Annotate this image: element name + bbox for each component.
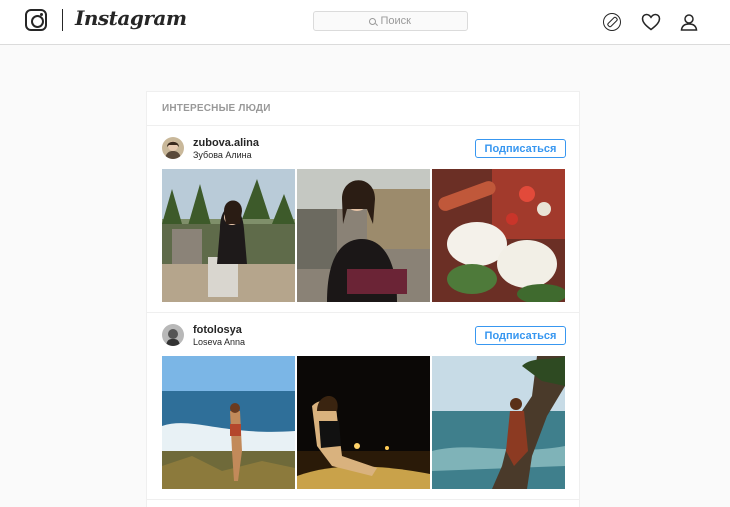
instagram-wordmark[interactable]: Instagram bbox=[75, 6, 187, 30]
full-name: Зубова Алина bbox=[193, 150, 252, 160]
photo-thumbnail[interactable] bbox=[432, 356, 565, 489]
search-input[interactable] bbox=[380, 15, 413, 27]
suggested-user: zubova.alina Зубова Алина Подписаться bbox=[147, 126, 579, 310]
heart-icon[interactable] bbox=[641, 13, 661, 31]
profile-icon[interactable] bbox=[680, 13, 698, 31]
divider bbox=[147, 499, 579, 500]
top-navigation-bar: Instagram bbox=[0, 0, 730, 45]
photo-thumbnail[interactable] bbox=[297, 356, 430, 489]
username[interactable]: fotolosya bbox=[193, 324, 242, 336]
photo-thumbnail[interactable] bbox=[297, 169, 430, 302]
photo-row bbox=[162, 356, 566, 489]
logo-divider bbox=[62, 9, 63, 31]
photo-thumbnail[interactable] bbox=[162, 169, 295, 302]
avatar[interactable] bbox=[162, 137, 184, 159]
compass-icon[interactable] bbox=[603, 13, 621, 31]
card-title: ИНТЕРЕСНЫЕ ЛЮДИ bbox=[162, 103, 271, 114]
search-box[interactable] bbox=[313, 11, 468, 31]
photo-row bbox=[162, 169, 566, 302]
photo-thumbnail[interactable] bbox=[162, 356, 295, 489]
instagram-camera-icon[interactable] bbox=[25, 9, 47, 31]
avatar[interactable] bbox=[162, 324, 184, 346]
suggested-people-card: ИНТЕРЕСНЫЕ ЛЮДИ zubova.alina Зубова Алин… bbox=[146, 91, 580, 507]
photo-thumbnail[interactable] bbox=[432, 169, 565, 302]
follow-button[interactable]: Подписаться bbox=[475, 139, 566, 158]
follow-button[interactable]: Подписаться bbox=[475, 326, 566, 345]
suggested-user: fotolosya Loseva Anna Подписаться bbox=[147, 313, 579, 497]
username[interactable]: zubova.alina bbox=[193, 137, 259, 149]
search-icon bbox=[368, 17, 376, 25]
full-name: Loseva Anna bbox=[193, 337, 246, 347]
